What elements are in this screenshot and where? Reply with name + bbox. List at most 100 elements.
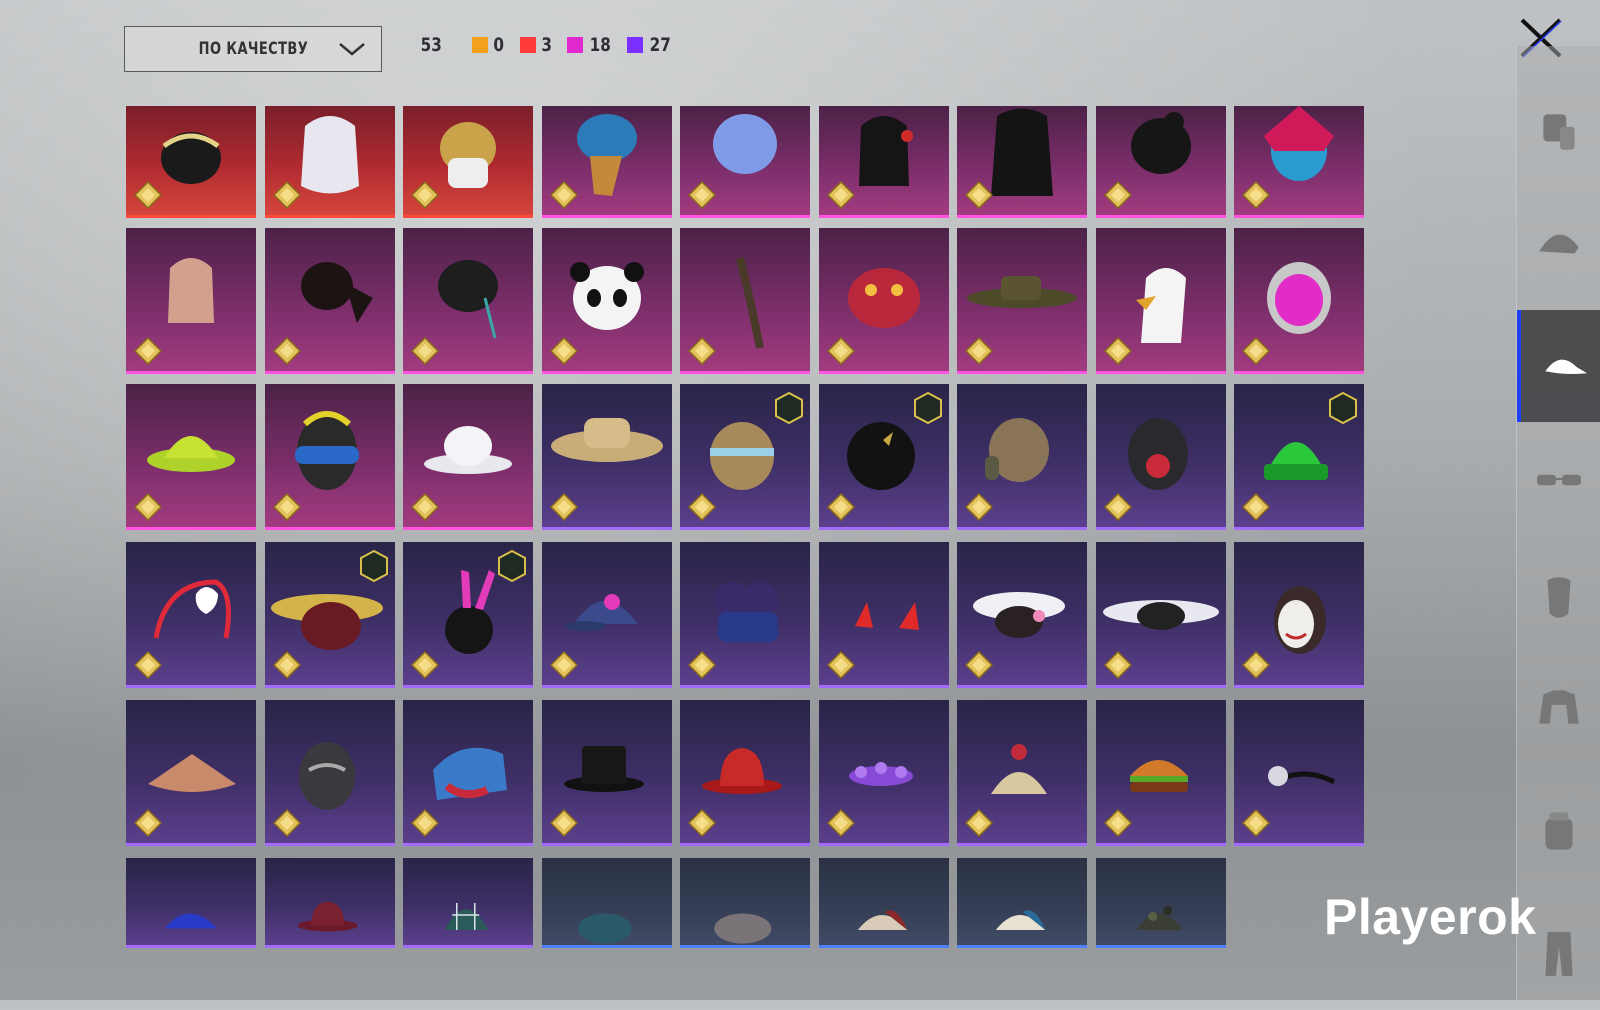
- item-card[interactable]: [957, 228, 1087, 374]
- quality-counts: 53 0 3 18 27: [418, 34, 688, 56]
- item-card[interactable]: [541, 700, 672, 846]
- item-card[interactable]: [126, 542, 256, 688]
- pop-badge: [347, 234, 385, 252]
- coin-icon: [134, 181, 162, 209]
- item-card[interactable]: [403, 106, 533, 218]
- item-card[interactable]: [680, 542, 810, 688]
- category-tab[interactable]: [1517, 542, 1600, 654]
- item-card[interactable]: [818, 542, 949, 688]
- category-tab[interactable]: [1517, 74, 1600, 186]
- item-card[interactable]: [403, 700, 533, 846]
- coin-icon: [549, 181, 578, 209]
- item-price: [1242, 809, 1274, 837]
- item-price: [1242, 181, 1274, 209]
- item-card[interactable]: [1095, 542, 1226, 688]
- category-tab[interactable]: [1517, 776, 1600, 888]
- legendary-swatch: [472, 37, 489, 53]
- item-price: [688, 181, 720, 209]
- item-price: [549, 181, 582, 209]
- item-card[interactable]: [957, 542, 1087, 688]
- item-card[interactable]: [264, 700, 395, 846]
- item-card[interactable]: [1095, 106, 1226, 218]
- item-card[interactable]: [818, 106, 949, 218]
- item-card[interactable]: [403, 384, 533, 530]
- item-price: [688, 651, 720, 679]
- coin-icon: [965, 809, 993, 837]
- item-image: [714, 913, 772, 944]
- category-tab[interactable]: [1517, 652, 1600, 764]
- item-card[interactable]: [818, 858, 949, 948]
- item-card[interactable]: [541, 106, 672, 218]
- item-card[interactable]: [264, 228, 395, 374]
- item-card[interactable]: [1234, 700, 1364, 846]
- glasses-icon: [1537, 474, 1581, 486]
- pop-badge: [485, 234, 523, 252]
- item-card[interactable]: [680, 228, 810, 374]
- item-card[interactable]: [403, 542, 533, 688]
- item-card[interactable]: [264, 384, 395, 530]
- coin-icon: [272, 809, 301, 837]
- item-card[interactable]: [1234, 542, 1364, 688]
- coin-icon: [272, 181, 301, 209]
- item-card[interactable]: [957, 384, 1087, 530]
- category-rail: [1516, 46, 1600, 1000]
- item-card[interactable]: [957, 700, 1087, 846]
- item-price: [134, 651, 166, 679]
- item-price: [411, 337, 443, 365]
- sort-dropdown-label: ПО КАЧЕСТВУ: [198, 39, 308, 59]
- category-tab[interactable]: [1517, 424, 1600, 536]
- chevron-down-icon: [339, 43, 365, 56]
- item-card[interactable]: [957, 106, 1087, 218]
- item-card[interactable]: [264, 106, 395, 218]
- item-price: [134, 337, 166, 365]
- item-price: [688, 809, 720, 837]
- item-price: [134, 181, 166, 209]
- pop-badge: [624, 234, 662, 252]
- item-price: [411, 651, 443, 679]
- item-price: [826, 809, 859, 837]
- coin-icon: [549, 493, 578, 521]
- item-card[interactable]: [680, 700, 810, 846]
- item-card[interactable]: [1095, 384, 1226, 530]
- sort-dropdown[interactable]: ПО КАЧЕСТВУ: [124, 26, 382, 72]
- coin-icon: [411, 651, 439, 679]
- item-card[interactable]: [126, 858, 256, 948]
- item-card[interactable]: [403, 858, 533, 948]
- coin-icon: [1103, 809, 1132, 837]
- item-card[interactable]: [818, 228, 949, 374]
- item-card[interactable]: [818, 700, 949, 846]
- coin-icon: [134, 493, 162, 521]
- item-price: [965, 651, 997, 679]
- item-card[interactable]: [1234, 228, 1364, 374]
- category-tab[interactable]: [1517, 186, 1600, 298]
- item-card[interactable]: [403, 228, 533, 374]
- coin-icon: [688, 181, 716, 209]
- item-price: [272, 651, 305, 679]
- item-card[interactable]: [1234, 106, 1364, 218]
- watermark: Playerok: [1324, 889, 1537, 945]
- item-card[interactable]: [264, 858, 395, 948]
- item-card[interactable]: [126, 700, 256, 846]
- coin-icon: [1242, 809, 1270, 837]
- coin-icon: [549, 809, 578, 837]
- item-card[interactable]: [680, 106, 810, 218]
- item-card[interactable]: [541, 542, 672, 688]
- item-card[interactable]: [541, 858, 672, 948]
- item-card[interactable]: [957, 858, 1087, 948]
- item-card[interactable]: [1095, 228, 1226, 374]
- item-card[interactable]: [680, 858, 810, 948]
- item-card[interactable]: [541, 384, 672, 530]
- item-card[interactable]: [126, 384, 256, 530]
- item-card[interactable]: [680, 384, 810, 530]
- item-card[interactable]: [126, 106, 256, 218]
- helmet-icon: [1539, 234, 1579, 254]
- item-price: [965, 181, 997, 209]
- item-card[interactable]: [1234, 384, 1364, 530]
- category-tab[interactable]: [1517, 310, 1600, 422]
- item-card[interactable]: [1095, 858, 1226, 948]
- item-card[interactable]: [126, 228, 256, 374]
- item-card[interactable]: [541, 228, 672, 374]
- item-card[interactable]: [264, 542, 395, 688]
- item-card[interactable]: [1095, 700, 1226, 846]
- item-card[interactable]: [818, 384, 949, 530]
